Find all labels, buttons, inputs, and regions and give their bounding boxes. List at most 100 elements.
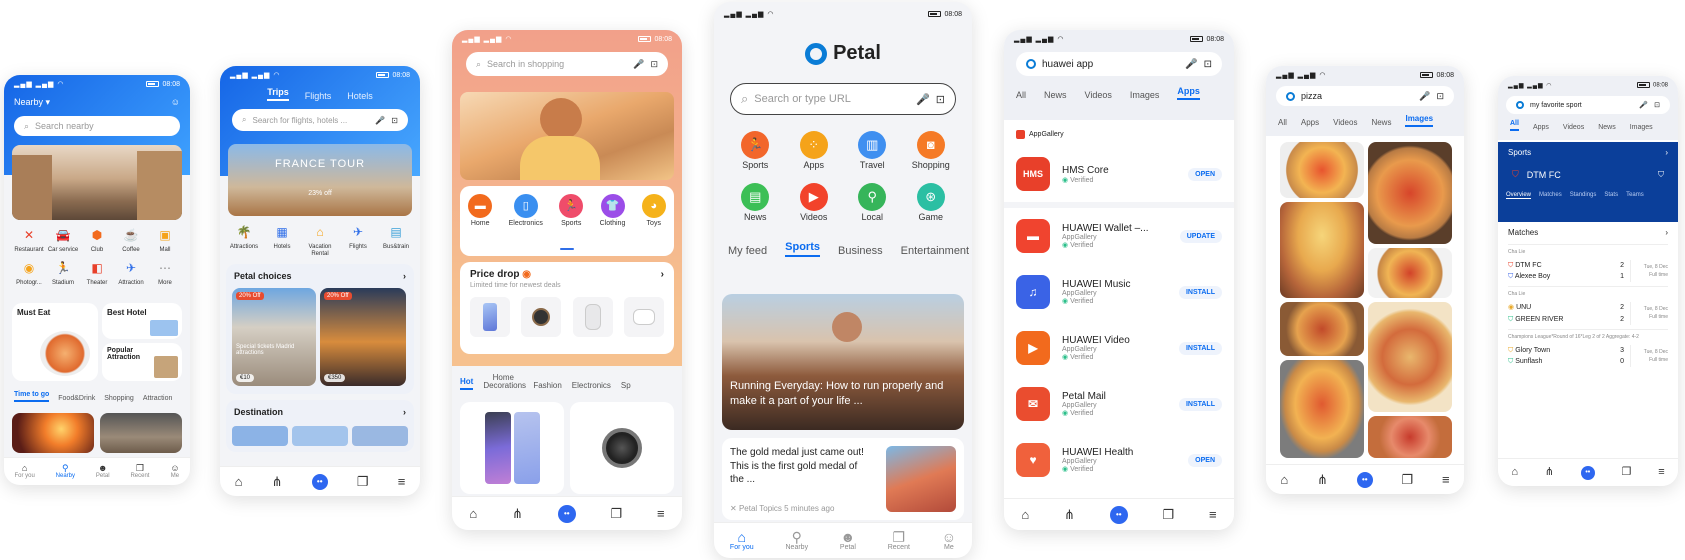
tab-overview[interactable]: Overview xyxy=(1506,192,1532,199)
tabs-icon[interactable]: ❐ xyxy=(611,507,623,520)
pizza-image[interactable] xyxy=(1368,416,1452,458)
scan-icon[interactable]: ⊡ xyxy=(936,93,945,106)
tab-all[interactable]: All xyxy=(1510,120,1519,131)
tab-attraction[interactable]: Attraction xyxy=(143,395,173,402)
tab-hotels[interactable]: Hotels xyxy=(347,91,373,101)
tab-news[interactable]: News xyxy=(1371,118,1391,127)
tab-news[interactable]: News xyxy=(1598,124,1616,131)
shopping-hero-photo[interactable] xyxy=(460,92,674,180)
tab-apps[interactable]: Apps xyxy=(1533,124,1549,131)
tab-all[interactable]: All xyxy=(1016,90,1026,100)
tab-videos[interactable]: Videos xyxy=(1563,124,1584,131)
madrid-card[interactable]: 20% Off Special tickets Madrid attractio… xyxy=(232,288,316,386)
trips-search-input[interactable]: ⌕ Search for flights, hotels ... 🎤 ⊡ xyxy=(232,109,408,131)
nav-petal[interactable]: ☻ Petal xyxy=(840,530,856,551)
destination-thumb[interactable] xyxy=(352,426,408,446)
tab-news[interactable]: News xyxy=(1044,90,1067,100)
running-article-card[interactable]: Running Everyday: How to run properly an… xyxy=(722,294,964,430)
tab-images[interactable]: Images xyxy=(1130,90,1160,100)
share-icon[interactable]: ⋔ xyxy=(1317,473,1328,486)
mic-icon[interactable]: 🎤 xyxy=(1419,91,1430,102)
home-icon[interactable]: ⌂ xyxy=(1511,467,1518,478)
category-theater[interactable]: ◧ Theater xyxy=(80,260,114,287)
category-bus-train[interactable]: ▤ Bus&train xyxy=(378,224,414,257)
shortcut-videos[interactable]: ▶ Videos xyxy=(785,182,844,223)
tab-all[interactable]: All xyxy=(1278,118,1287,127)
pizza-image[interactable] xyxy=(1368,142,1452,244)
nav-recent[interactable]: ❐ Recent xyxy=(888,530,910,551)
category-more[interactable]: ⋯ More xyxy=(148,260,182,287)
tab-hot[interactable]: Hot xyxy=(460,377,474,390)
product-earbuds[interactable] xyxy=(623,297,664,337)
city-night-card[interactable]: 20% Off €350 xyxy=(320,288,406,386)
category-hotels[interactable]: ▦ Hotels xyxy=(264,224,300,257)
tab-my-feed[interactable]: My feed xyxy=(728,245,767,257)
shortcut-news[interactable]: ▤ News xyxy=(726,182,785,223)
category-coffee[interactable]: ☕ Coffee xyxy=(114,227,148,254)
tab-images[interactable]: Images xyxy=(1630,124,1653,131)
popular-attraction-card[interactable]: Popular Attraction xyxy=(102,343,182,381)
shortcut-sports[interactable]: 🏃 Sports xyxy=(726,131,785,171)
tab-images[interactable]: Images xyxy=(1405,114,1434,127)
nav-me[interactable]: ☺ Me xyxy=(942,530,956,551)
category-car-service[interactable]: 🚘 Car service xyxy=(46,227,80,254)
product-phone[interactable] xyxy=(470,297,510,337)
share-icon[interactable]: ⋔ xyxy=(272,475,283,488)
tab-time-to-go[interactable]: Time to go xyxy=(14,391,50,402)
category-restaurant[interactable]: ✕ Restaurant xyxy=(12,227,46,254)
match-group[interactable]: Cha Lie ⛉ DTM FC ⛉ Alexee Boy 21 Tue, 8 D… xyxy=(1508,244,1668,283)
shortcut-travel[interactable]: ▥ Travel xyxy=(843,131,902,171)
tab-apps[interactable]: Apps xyxy=(1177,86,1200,100)
pizza-image[interactable] xyxy=(1280,302,1364,356)
shopping-search-input[interactable]: ⌕ Search in shopping 🎤 ⊡ xyxy=(466,52,668,76)
open-button[interactable]: OPEN xyxy=(1188,453,1222,467)
scan-icon[interactable]: ⊡ xyxy=(1204,59,1212,70)
tabs-icon[interactable]: ❐ xyxy=(1622,467,1632,478)
match-group[interactable]: Cha Lie ◉ UNU ⛉ GREEN RIVER 22 Tue, 8 Dec… xyxy=(1508,286,1668,325)
share-icon[interactable]: ⋔ xyxy=(1545,467,1554,478)
nav-recent[interactable]: ❐ Recent xyxy=(130,464,149,480)
pizza-image[interactable] xyxy=(1368,248,1452,298)
destination-thumb[interactable] xyxy=(292,426,348,446)
tab-business[interactable]: Business xyxy=(838,245,883,257)
url-search-input[interactable]: ⌕ Search or type URL 🎤 ⊡ xyxy=(730,83,956,115)
tab-standings[interactable]: Standings xyxy=(1570,192,1597,199)
mic-icon[interactable]: 🎤 xyxy=(1639,101,1648,109)
chevron-right-icon[interactable]: › xyxy=(403,407,406,417)
query-input[interactable]: huawei app 🎤 ⊡ xyxy=(1016,52,1222,76)
app-row[interactable]: ▬ HUAWEI Wallet –... AppGallery ◉ Verified… xyxy=(1004,208,1234,264)
mic-icon[interactable]: 🎤 xyxy=(375,116,385,125)
category-clothing[interactable]: 👕 Clothing xyxy=(600,194,625,228)
tab-trips[interactable]: Trips xyxy=(267,87,289,101)
tabs-icon[interactable]: ❐ xyxy=(1402,473,1414,486)
nav-for-you[interactable]: ⌂ For you xyxy=(730,530,754,551)
home-icon[interactable]: ⌂ xyxy=(1021,508,1029,521)
tab-electronics[interactable]: Electronics xyxy=(572,381,611,390)
tabs-icon[interactable]: ❐ xyxy=(1163,508,1175,521)
must-eat-card[interactable]: Must Eat xyxy=(12,303,98,381)
app-row[interactable]: ▶ HUAWEI Video AppGallery ◉ Verified INSTA… xyxy=(1004,320,1234,376)
tab-entertainment[interactable]: Entertainment xyxy=(901,245,969,257)
gold-medal-article[interactable]: The gold medal just came out! This is th… xyxy=(722,438,964,520)
install-button[interactable]: INSTALL xyxy=(1178,285,1222,299)
open-button[interactable]: OPEN xyxy=(1188,167,1222,181)
tab-shopping[interactable]: Shopping xyxy=(104,395,134,402)
category-electronics[interactable]: ▯ Electronics xyxy=(509,194,543,228)
tab-matches[interactable]: Matches xyxy=(1539,192,1562,199)
install-button[interactable]: INSTALL xyxy=(1178,397,1222,411)
mic-icon[interactable]: 🎤 xyxy=(633,59,644,70)
update-button[interactable]: UPDATE xyxy=(1179,229,1222,243)
profile-icon[interactable]: ☺ xyxy=(171,97,180,108)
shortcut-game[interactable]: ⊛ Game xyxy=(902,182,961,223)
pizza-image[interactable] xyxy=(1280,202,1364,298)
share-icon[interactable]: ⋔ xyxy=(512,507,523,520)
scan-icon[interactable]: ⊡ xyxy=(650,59,658,70)
nav-me[interactable]: ☺ Me xyxy=(170,464,179,480)
tab-fashion[interactable]: Fashion xyxy=(533,381,561,390)
scan-icon[interactable]: ⊡ xyxy=(1654,101,1660,109)
nav-nearby[interactable]: ⚲ Nearby xyxy=(786,530,809,551)
category-stadium[interactable]: 🏃 Stadium xyxy=(46,260,80,287)
category-toys[interactable]: ◕ Toys xyxy=(641,194,666,228)
france-tour-banner[interactable]: FRANCE TOUR 23% off xyxy=(228,144,412,216)
nav-petal[interactable]: ☻ Petal xyxy=(96,464,110,480)
